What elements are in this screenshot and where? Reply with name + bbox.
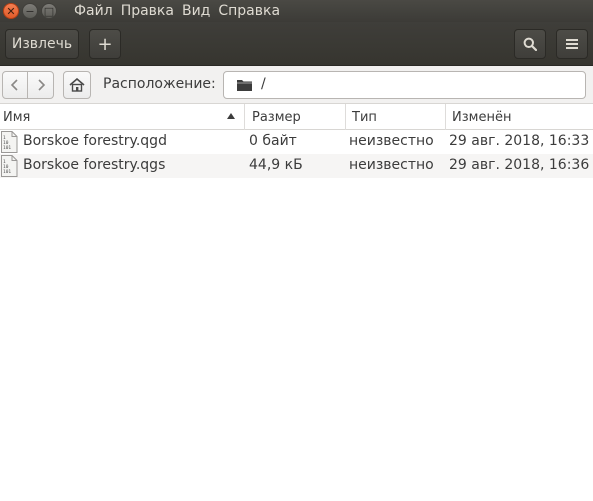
search-button[interactable] bbox=[514, 29, 546, 59]
chevron-right-icon bbox=[37, 79, 45, 91]
sort-ascending-icon bbox=[227, 113, 235, 119]
chevron-left-icon bbox=[10, 79, 18, 91]
column-name-header[interactable]: Имя bbox=[0, 104, 245, 130]
close-window-button[interactable]: ✕ bbox=[3, 3, 19, 19]
location-bar: Расположение: / bbox=[0, 66, 593, 104]
header-bar: Извлечь + bbox=[0, 22, 593, 66]
file-list: 1 10 101 Borskoe forestry.qgd 0 байт неи… bbox=[0, 130, 593, 178]
column-type-header[interactable]: Тип bbox=[346, 104, 446, 130]
search-icon bbox=[523, 37, 537, 51]
folder-icon bbox=[237, 80, 252, 91]
minimize-window-button[interactable]: − bbox=[22, 3, 38, 19]
binary-file-icon: 1 10 101 bbox=[1, 155, 18, 177]
location-path: / bbox=[261, 76, 266, 92]
menu-edit[interactable]: Правка bbox=[121, 3, 174, 19]
back-button[interactable] bbox=[3, 72, 29, 98]
file-type: неизвестно bbox=[349, 157, 434, 173]
forward-button[interactable] bbox=[28, 72, 53, 98]
column-header-row: Имя Размер Тип Изменён bbox=[0, 104, 593, 130]
minimize-icon: − bbox=[25, 4, 35, 18]
history-nav bbox=[2, 71, 54, 99]
file-name: Borskoe forestry.qgd bbox=[23, 133, 167, 149]
column-modified-header[interactable]: Изменён bbox=[446, 104, 593, 130]
location-label: Расположение: bbox=[103, 76, 216, 92]
svg-text:101: 101 bbox=[3, 169, 11, 175]
binary-file-icon: 1 10 101 bbox=[1, 131, 18, 153]
file-name: Borskoe forestry.qgs bbox=[23, 157, 166, 173]
column-size-header[interactable]: Размер bbox=[245, 104, 346, 130]
column-size-label: Размер bbox=[252, 109, 301, 125]
close-icon: ✕ bbox=[6, 4, 16, 18]
home-button[interactable] bbox=[63, 71, 91, 99]
file-size: 44,9 кБ bbox=[249, 157, 303, 173]
eject-button[interactable]: Извлечь bbox=[5, 29, 79, 59]
menu-view[interactable]: Вид bbox=[182, 3, 210, 19]
maximize-icon: □ bbox=[43, 4, 55, 18]
maximize-window-button[interactable]: □ bbox=[41, 3, 57, 19]
column-type-label: Тип bbox=[352, 109, 377, 125]
file-row[interactable]: 1 10 101 Borskoe forestry.qgs 44,9 кБ не… bbox=[0, 154, 593, 178]
column-modified-label: Изменён bbox=[452, 109, 512, 125]
menu-file[interactable]: Файл bbox=[74, 3, 113, 19]
file-type: неизвестно bbox=[349, 133, 434, 149]
menu-bar: Файл Правка Вид Справка bbox=[74, 0, 288, 22]
location-field[interactable]: / bbox=[223, 71, 586, 99]
svg-text:101: 101 bbox=[3, 145, 11, 151]
menu-help[interactable]: Справка bbox=[218, 3, 280, 19]
file-modified: 29 авг. 2018, 16:33 bbox=[449, 133, 590, 149]
new-tab-button[interactable]: + bbox=[89, 29, 121, 59]
file-size: 0 байт bbox=[249, 133, 297, 149]
title-bar: ✕ − □ Файл Правка Вид Справка bbox=[0, 0, 593, 22]
column-name-label: Имя bbox=[3, 109, 31, 125]
file-modified: 29 авг. 2018, 16:36 bbox=[449, 157, 590, 173]
file-row[interactable]: 1 10 101 Borskoe forestry.qgd 0 байт неи… bbox=[0, 130, 593, 154]
app-menu-button[interactable] bbox=[556, 29, 588, 59]
hamburger-menu-icon bbox=[566, 39, 578, 49]
home-icon bbox=[69, 78, 85, 92]
